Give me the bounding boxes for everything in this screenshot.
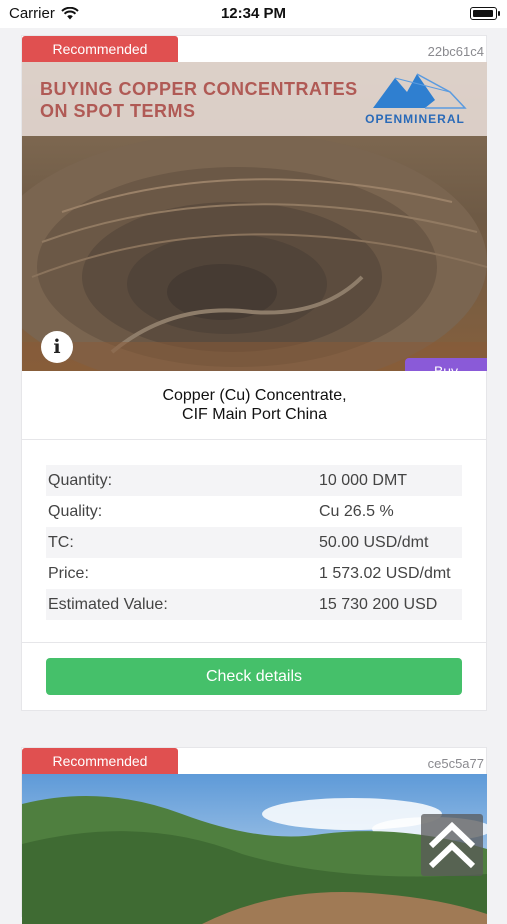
recommended-badge: Recommended <box>22 36 178 62</box>
mountain-logo-icon <box>373 73 467 109</box>
buy-button[interactable]: Buy <box>405 358 487 371</box>
logo-text: OPENMINERAL <box>365 112 465 126</box>
spec-value: Cu 26.5 % <box>319 502 394 520</box>
offer-image[interactable] <box>22 774 487 924</box>
info-button[interactable]: i <box>41 331 73 363</box>
spec-row: Quality: Cu 26.5 % <box>46 496 462 527</box>
spec-label: Price: <box>48 564 89 582</box>
spec-label: Quantity: <box>48 471 113 489</box>
banner-headline-line1: BUYING COPPER CONCENTRATES <box>40 79 358 99</box>
divider <box>22 439 487 440</box>
double-chevron-up-icon <box>428 821 476 869</box>
status-bar: Carrier 12:34 PM <box>0 0 507 28</box>
spec-label: Estimated Value: <box>48 595 168 613</box>
spec-value: 50.00 USD/dmt <box>319 533 429 551</box>
banner-headline: BUYING COPPER CONCENTRATES ON SPOT TERMS <box>40 78 358 122</box>
spec-value: 1 573.02 USD/dmt <box>319 564 451 582</box>
promo-banner: BUYING COPPER CONCENTRATES ON SPOT TERMS… <box>22 62 487 136</box>
spec-row: Quantity: 10 000 DMT <box>46 465 462 496</box>
offer-card[interactable]: Recommended ce5c5a77 <box>21 747 487 924</box>
battery-icon <box>470 7 500 20</box>
spec-row: Price: 1 573.02 USD/dmt <box>46 558 462 589</box>
banner-headline-line2: ON SPOT TERMS <box>40 101 196 121</box>
scroll-to-top-button[interactable] <box>421 814 483 876</box>
spec-label: TC: <box>48 533 74 551</box>
spec-row: TC: 50.00 USD/dmt <box>46 527 462 558</box>
spec-row: Estimated Value: 15 730 200 USD <box>46 589 462 620</box>
product-title-line1: Copper (Cu) Concentrate, <box>162 387 347 404</box>
spec-value: 10 000 DMT <box>319 471 408 489</box>
recommended-badge: Recommended <box>22 748 178 774</box>
offer-id: ce5c5a77 <box>427 756 484 771</box>
product-title: Copper (Cu) Concentrate, CIF Main Port C… <box>22 386 487 424</box>
offer-image[interactable]: BUYING COPPER CONCENTRATES ON SPOT TERMS… <box>22 62 487 371</box>
check-details-button[interactable]: Check details <box>46 658 462 695</box>
offer-id: 22bc61c4 <box>427 44 484 59</box>
product-title-line2: CIF Main Port China <box>182 406 327 423</box>
spec-label: Quality: <box>48 502 103 520</box>
offer-specs-table: Quantity: 10 000 DMT Quality: Cu 26.5 % … <box>46 465 462 620</box>
status-time: 12:34 PM <box>220 5 287 22</box>
openmineral-logo: OPENMINERAL <box>355 70 475 128</box>
divider <box>22 642 487 643</box>
spec-value: 15 730 200 USD <box>319 595 438 613</box>
mountain-landscape-photo <box>22 774 487 924</box>
offer-card[interactable]: Recommended 22bc61c4 BUYING COPPER CONCE… <box>21 35 487 711</box>
